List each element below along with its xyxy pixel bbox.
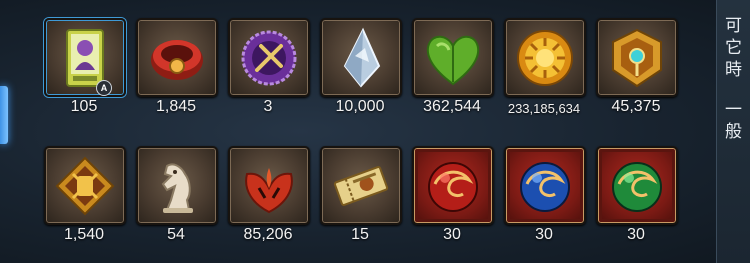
item-slot[interactable]: 1,845 <box>136 18 218 118</box>
item-slot[interactable]: 233,185,634 <box>504 18 586 118</box>
item-slot[interactable]: 15 <box>320 146 402 246</box>
item-slot[interactable]: 3 <box>228 18 310 118</box>
right-side-panel: 可 它 時 一 般 <box>716 0 750 263</box>
item-quantity: 233,185,634 <box>507 101 581 116</box>
item-slot[interactable]: 30 <box>504 146 586 246</box>
left-tab-indicator[interactable] <box>0 86 8 144</box>
panel-text: 可 <box>725 16 742 36</box>
item-slot[interactable]: 85,206 <box>228 146 310 246</box>
item-quantity: 54 <box>167 226 185 243</box>
item-slot[interactable]: 54 <box>136 146 218 246</box>
grade-badge: A <box>96 80 112 96</box>
item-slot[interactable]: A 105 <box>44 18 126 118</box>
red-leaf-sigil-icon <box>245 168 293 214</box>
item-slot[interactable]: 1,540 <box>44 146 126 246</box>
item-quantity: 3 <box>263 98 273 115</box>
inventory-screen: A 105 1,845 3 10,000 362,544 233,185,634… <box>0 0 750 263</box>
purple-seal-icon <box>241 30 297 86</box>
panel-text: 般 <box>725 122 742 142</box>
item-slot[interactable]: 45,375 <box>596 18 678 118</box>
item-quantity: 10,000 <box>335 98 385 115</box>
item-slot[interactable]: 10,000 <box>320 18 402 118</box>
panel-text: 它 <box>725 38 742 58</box>
item-quantity: 362,544 <box>423 98 481 115</box>
chess-knight-icon <box>161 163 193 213</box>
green-orb-icon <box>612 162 662 212</box>
item-quantity: 105 <box>70 98 98 115</box>
blue-orb-icon <box>520 162 570 212</box>
item-quantity: 45,375 <box>611 98 661 115</box>
item-slot[interactable]: 30 <box>412 146 494 246</box>
item-quantity: 30 <box>535 226 553 243</box>
item-quantity: 85,206 <box>243 226 293 243</box>
item-slot[interactable]: 362,544 <box>412 18 494 118</box>
item-slot[interactable]: 30 <box>596 146 678 246</box>
item-quantity: 30 <box>627 226 645 243</box>
green-heart-leaf-icon <box>426 35 480 86</box>
item-quantity: 15 <box>351 226 369 243</box>
crystal-shard-icon <box>343 27 381 88</box>
fist-emblem-icon <box>55 156 115 216</box>
sun-coin-icon <box>517 30 573 86</box>
gold-gem-emblem-icon <box>612 28 662 88</box>
red-bracelet-icon <box>151 40 203 80</box>
item-quantity: 1,540 <box>63 226 105 243</box>
item-quantity: 30 <box>443 226 461 243</box>
ticket-icon <box>333 166 389 206</box>
red-orb-icon <box>428 162 478 212</box>
item-quantity: 1,845 <box>155 98 197 115</box>
panel-text: 時 <box>725 60 742 80</box>
panel-text: 一 <box>725 100 742 120</box>
